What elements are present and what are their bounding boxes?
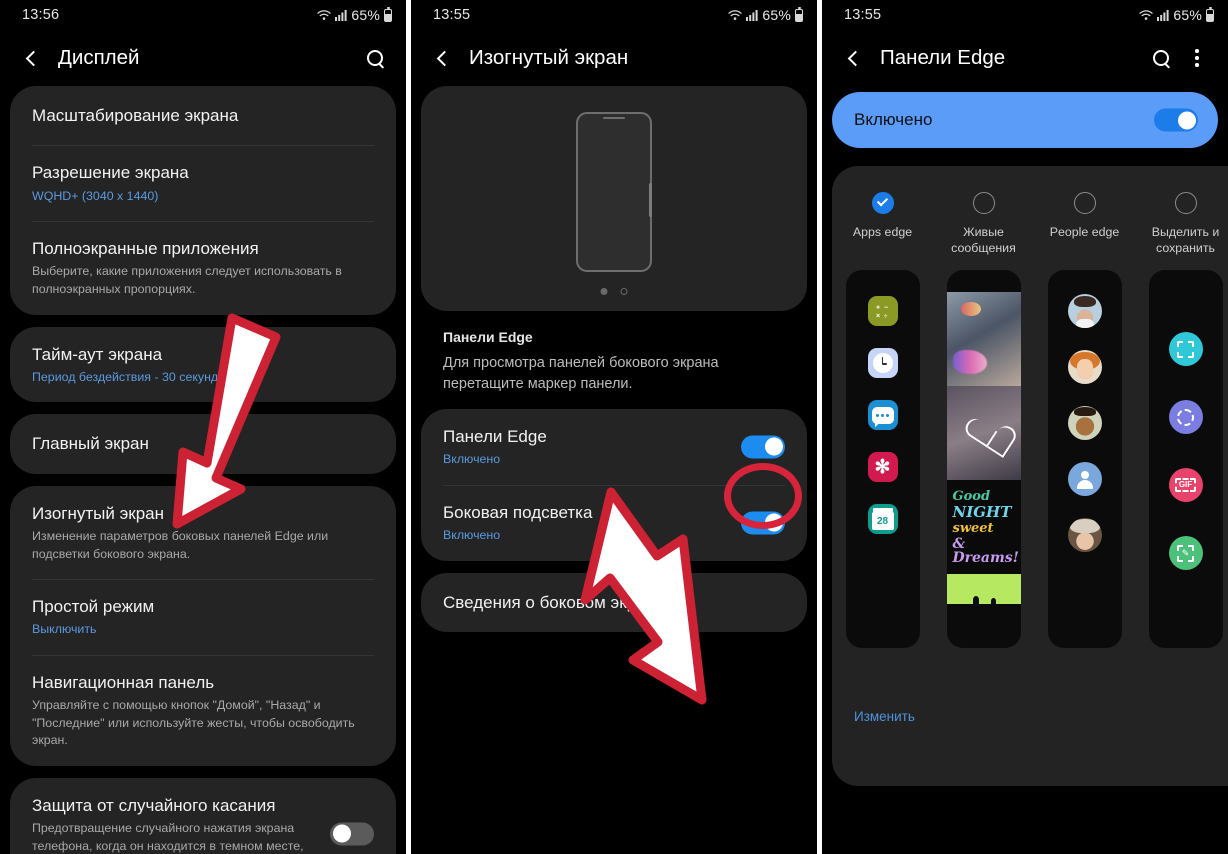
radio-icon[interactable] bbox=[1073, 192, 1096, 214]
panel-preview-row: + − × ÷ ✻ 28 Good NIGHT sweet & Dreams! … bbox=[832, 270, 1228, 649]
edit-link[interactable]: Изменить bbox=[854, 709, 915, 724]
calendar-icon: 28 bbox=[867, 504, 898, 535]
status-bar: 13:55 65% bbox=[822, 0, 1228, 30]
battery-icon bbox=[1206, 6, 1214, 22]
master-switch-label: Включено bbox=[854, 110, 933, 129]
preview-live-messages[interactable]: Good NIGHT sweet & Dreams! bbox=[933, 270, 1034, 649]
panel-choice-apps-edge[interactable]: Apps edge bbox=[832, 192, 933, 256]
svg-text:+: + bbox=[876, 305, 880, 312]
contact-avatar-1 bbox=[1067, 294, 1102, 329]
contact-avatar-2 bbox=[1067, 350, 1102, 385]
signal-icon bbox=[1157, 9, 1169, 21]
galaxy-store-icon: ✻ bbox=[867, 452, 898, 483]
panel-choice-label: Выделить и сохранить bbox=[1151, 225, 1220, 256]
select-gif-icon: GIF bbox=[1168, 468, 1203, 503]
select-pin-icon: ✎ bbox=[1168, 536, 1203, 571]
panel-choice-label: People edge bbox=[1049, 225, 1120, 239]
messages-icon bbox=[867, 400, 898, 431]
gif-label: GIF bbox=[1174, 478, 1197, 493]
goodnight-line: & Dreams! bbox=[952, 535, 1019, 566]
radio-icon[interactable] bbox=[1174, 192, 1197, 214]
live-message-thumb-goodnight: Good NIGHT sweet & Dreams! bbox=[946, 480, 1021, 575]
svg-text:−: − bbox=[884, 305, 888, 312]
live-message-thumb-green bbox=[946, 574, 1021, 605]
panel-curved-screen-settings: 13:55 65% Изогнутый экран Панели Edge Дл… bbox=[411, 0, 817, 854]
contact-avatar-placeholder bbox=[1067, 462, 1102, 497]
panel-choice-row: Apps edge Живые сообщения People edge Вы… bbox=[832, 192, 1228, 256]
battery-percent: 65% bbox=[1173, 7, 1202, 23]
live-message-thumb-dog bbox=[946, 292, 1021, 387]
status-icons: 65% bbox=[1139, 6, 1214, 23]
panel-display-settings: 13:56 65% Дисплей Масштабирование экрана… bbox=[0, 0, 406, 854]
panel-chooser[interactable]: Apps edge Живые сообщения People edge Вы… bbox=[832, 166, 1228, 786]
arrow-to-edge-panels-toggle bbox=[580, 487, 707, 705]
live-message-thumb-heart bbox=[946, 386, 1021, 481]
arrow-to-curved-screen bbox=[172, 313, 281, 529]
status-clock: 13:55 bbox=[844, 7, 882, 23]
panel-choice-label: Apps edge bbox=[852, 225, 913, 239]
radio-icon[interactable] bbox=[972, 192, 995, 214]
panel-choice-smart-select[interactable]: Выделить и сохранить bbox=[1135, 192, 1228, 256]
page-title: Панели Edge bbox=[880, 46, 1006, 69]
app-bar: Панели Edge bbox=[822, 30, 1228, 86]
select-oval-icon bbox=[1168, 400, 1203, 435]
check-icon[interactable] bbox=[871, 192, 894, 214]
contact-avatar-5 bbox=[1067, 518, 1102, 553]
preview-smart-select[interactable]: GIF ✎ bbox=[1135, 270, 1228, 649]
goodnight-line: NIGHT bbox=[952, 502, 1012, 521]
panel-choice-live-messages[interactable]: Живые сообщения bbox=[933, 192, 1034, 256]
three-panel-tutorial-screenshot: 13:56 65% Дисплей Масштабирование экрана… bbox=[0, 0, 1228, 854]
svg-text:÷: ÷ bbox=[884, 314, 888, 320]
goodnight-line: Good bbox=[952, 488, 991, 504]
heart-icon bbox=[964, 415, 1003, 451]
search-icon[interactable] bbox=[1146, 43, 1176, 73]
preview-people-edge[interactable] bbox=[1034, 270, 1135, 649]
select-rectangle-icon bbox=[1168, 332, 1203, 367]
clock-icon bbox=[867, 348, 898, 379]
contact-avatar-3 bbox=[1067, 406, 1102, 441]
panel-choice-label: Живые сообщения bbox=[951, 225, 1016, 256]
preview-apps-edge[interactable]: + − × ÷ ✻ 28 bbox=[832, 270, 933, 649]
master-switch[interactable]: Включено bbox=[832, 92, 1218, 148]
wifi-icon bbox=[1139, 9, 1154, 21]
svg-text:×: × bbox=[876, 313, 880, 320]
master-switch-toggle[interactable] bbox=[1154, 108, 1198, 132]
panel-edge-panels-settings: 13:55 65% Панели Edge Включено Apps edge… bbox=[822, 0, 1228, 854]
more-options-icon[interactable] bbox=[1182, 43, 1212, 73]
back-icon[interactable] bbox=[840, 45, 866, 71]
goodnight-line: sweet bbox=[952, 520, 994, 536]
calculator-icon: + − × ÷ bbox=[867, 296, 898, 327]
panel-choice-people-edge[interactable]: People edge bbox=[1034, 192, 1135, 256]
